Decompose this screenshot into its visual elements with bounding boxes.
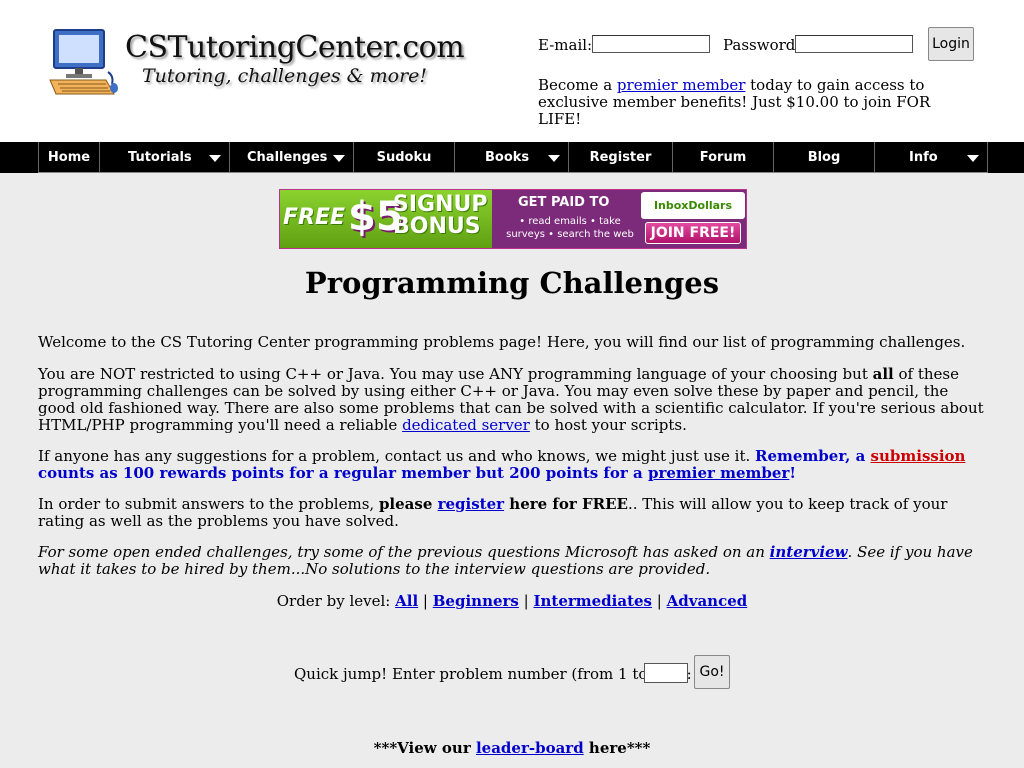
chevron-down-icon (967, 155, 979, 162)
premier-member-link[interactable]: premier member (617, 76, 745, 94)
interview-link[interactable]: interview (770, 543, 848, 561)
quick-jump-input[interactable] (644, 663, 688, 683)
nav-forum[interactable]: Forum (672, 142, 773, 173)
interview-paragraph: For some open ended challenges, try some… (38, 543, 973, 578)
go-button[interactable]: Go! (694, 655, 730, 689)
chevron-down-icon (548, 155, 560, 162)
inboxdollars-logo: InboxDollars (641, 192, 745, 219)
email-label: E-mail: (538, 36, 593, 54)
site-tagline: Tutoring, challenges & more! (142, 65, 428, 87)
intro-paragraph: Welcome to the CS Tutoring Center progra… (38, 333, 966, 351)
chevron-down-icon (333, 155, 345, 162)
nav-info[interactable]: Info (874, 142, 988, 173)
order-all-link[interactable]: All (395, 592, 418, 610)
email-input[interactable] (592, 35, 710, 53)
premier-member-link-2[interactable]: premier member (648, 464, 789, 482)
nav-sudoku[interactable]: Sudoku (353, 142, 454, 173)
join-free-button[interactable]: JOIN FREE! (645, 222, 741, 244)
order-intermediates-link[interactable]: Intermediates (533, 592, 652, 610)
password-label: Password: (723, 36, 801, 54)
nav-blog[interactable]: Blog (773, 142, 874, 173)
password-input[interactable] (795, 35, 913, 53)
login-button[interactable]: Login (928, 27, 974, 61)
leaderboard-line: ***View our leader-board here*** (373, 739, 651, 757)
quick-jump-label: Quick jump! Enter problem number (from 1… (294, 665, 692, 683)
nav-divider (38, 172, 988, 173)
order-advanced-link[interactable]: Advanced (667, 592, 748, 610)
submission-link[interactable]: submission (871, 447, 966, 465)
site-header: CSTutoringCenter.com Tutoring, challenge… (0, 0, 1024, 142)
leader-board-link[interactable]: leader-board (476, 739, 584, 757)
nav-challenges[interactable]: Challenges (229, 142, 353, 173)
order-beginners-link[interactable]: Beginners (433, 592, 519, 610)
nav-tutorials[interactable]: Tutorials (99, 142, 229, 173)
page-title: Programming Challenges (304, 266, 720, 300)
languages-paragraph: You are NOT restricted to using C++ or J… (38, 365, 984, 434)
suggestions-paragraph: If anyone has any suggestions for a prob… (38, 447, 966, 482)
premier-promo: Become a premier member today to gain ac… (538, 76, 931, 128)
register-link[interactable]: register (438, 495, 504, 513)
chevron-down-icon (209, 155, 221, 162)
main-nav: Home Tutorials Challenges Sudoku Books R… (0, 142, 1024, 173)
site-title[interactable]: CSTutoringCenter.com (125, 30, 465, 65)
nav-register[interactable]: Register (568, 142, 672, 173)
nav-home[interactable]: Home (38, 142, 99, 173)
ad-banner[interactable]: FREE $5 SIGNUP BONUS GET PAID TO • read e… (279, 189, 747, 249)
order-by-level: Order by level: All | Beginners | Interm… (276, 592, 748, 610)
register-paragraph: In order to submit answers to the proble… (38, 495, 948, 530)
dedicated-server-link[interactable]: dedicated server (402, 416, 530, 434)
nav-books[interactable]: Books (454, 142, 568, 173)
computer-logo-icon (49, 29, 118, 95)
